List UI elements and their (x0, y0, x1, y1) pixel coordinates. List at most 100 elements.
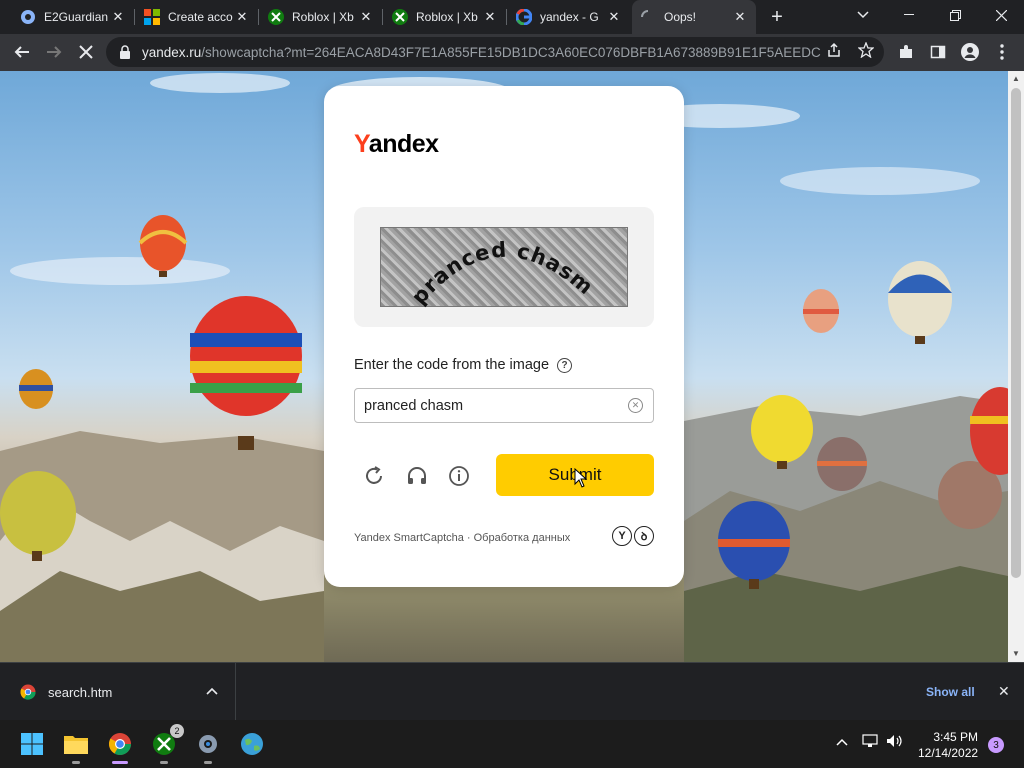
windows-taskbar: 2 3:45 PM 12/14/2022 3 (0, 720, 1024, 768)
close-icon[interactable]: ✕ (110, 9, 126, 25)
back-button[interactable] (8, 38, 36, 66)
tab-title: yandex - G (540, 10, 599, 24)
tab-search-button[interactable] (840, 0, 886, 30)
captcha-card: Yandex pranced chasm Enter the code from… (324, 86, 684, 587)
balloon (19, 369, 53, 409)
chrome-file-icon (20, 684, 36, 700)
url-text: yandex.ru/showcaptcha?mt=264EACA8D43F7E1… (142, 45, 822, 60)
running-indicator (72, 761, 80, 764)
balloon (190, 296, 302, 450)
gear-icon (199, 735, 217, 753)
google-icon (516, 9, 532, 25)
refresh-captcha-button[interactable] (362, 464, 386, 488)
loading-spinner-icon (640, 9, 656, 25)
running-indicator (160, 761, 168, 764)
restore-button[interactable] (932, 0, 978, 30)
network-icon[interactable] (862, 734, 878, 751)
chevron-up-icon[interactable] (206, 684, 218, 698)
tab-title: Oops! (664, 10, 697, 24)
clear-input-icon[interactable]: ✕ (628, 398, 643, 413)
tab-title: E2Guardian (44, 10, 109, 24)
chevron-up-icon[interactable] (836, 734, 848, 749)
tab-title: Roblox | Xb (292, 10, 354, 24)
captcha-prompt-row: Enter the code from the image ? (354, 357, 573, 373)
running-indicator (204, 761, 212, 764)
chrome-icon (109, 733, 131, 755)
volume-icon[interactable] (886, 734, 904, 751)
arrow-left-icon (14, 46, 29, 58)
system-clock[interactable]: 3:45 PM 12/14/2022 (918, 729, 978, 761)
xbox-icon (392, 9, 408, 25)
headphones-icon (408, 467, 426, 484)
settings-button[interactable] (192, 728, 224, 764)
tab-create-account[interactable]: Create acco ✕ (136, 0, 258, 34)
tab-separator (258, 9, 259, 25)
tab-e2guardian[interactable]: E2Guardian ✕ (12, 0, 134, 34)
download-file-name: search.htm (48, 684, 113, 700)
minimize-button[interactable] (886, 0, 932, 30)
yandex-logo: Yandex (354, 130, 439, 159)
forward-button[interactable] (40, 38, 68, 66)
captcha-footer-text[interactable]: Yandex SmartCaptcha · Обработка данных (354, 532, 570, 544)
clock-date: 12/14/2022 (918, 746, 979, 760)
show-all-downloads-link[interactable]: Show all (926, 685, 975, 699)
scroll-up-arrow-icon[interactable]: ▲ (1011, 74, 1021, 84)
yandex-circle-logo-icon: ꝺ (634, 526, 654, 546)
file-explorer-button[interactable] (60, 728, 92, 764)
close-icon[interactable]: ✕ (606, 9, 622, 25)
tab-title: Create acco (168, 10, 233, 24)
tab-roblox-2[interactable]: Roblox | Xb ✕ (384, 0, 506, 34)
info-button[interactable] (447, 464, 471, 488)
browser-toolbar: yandex.ru/showcaptcha?mt=264EACA8D43F7E1… (0, 34, 1024, 71)
audio-captcha-button[interactable] (405, 464, 429, 488)
close-icon[interactable]: ✕ (358, 9, 374, 25)
notification-count-badge[interactable]: 3 (988, 737, 1004, 753)
yandex-logo-rest: andex (368, 130, 439, 158)
yandex-footer-logos: Y ꝺ (612, 526, 654, 546)
tab-oops-active[interactable]: Oops! ✕ (632, 0, 756, 34)
more-menu-icon[interactable] (992, 42, 1012, 62)
new-tab-button[interactable]: + (765, 5, 789, 29)
address-bar[interactable]: yandex.ru/showcaptcha?mt=264EACA8D43F7E1… (106, 37, 884, 67)
bookmark-star-icon[interactable] (858, 42, 874, 58)
close-icon[interactable]: ✕ (234, 9, 250, 25)
help-icon[interactable]: ? (557, 357, 573, 373)
scrollbar-thumb[interactable] (1011, 88, 1021, 578)
windows-logo-icon (21, 733, 43, 755)
xbox-app-button[interactable]: 2 (148, 724, 184, 764)
svg-text:pranced chasm: pranced chasm (407, 238, 599, 308)
active-indicator (112, 761, 128, 764)
mouse-cursor-icon (574, 467, 588, 493)
profile-avatar-icon[interactable] (960, 42, 980, 62)
captcha-code-input[interactable]: pranced chasm (354, 388, 654, 423)
globe-app-button[interactable] (236, 728, 268, 760)
start-button[interactable] (16, 728, 48, 760)
balloon (817, 437, 867, 491)
yandex-circle-y-icon: Y (612, 526, 632, 546)
url-path: /showcaptcha?mt=264EACA8D43F7E1A855FE15D… (201, 44, 822, 60)
tab-roblox-1[interactable]: Roblox | Xb ✕ (260, 0, 382, 34)
share-icon[interactable] (826, 42, 842, 58)
close-icon[interactable]: ✕ (732, 9, 748, 25)
close-icon (79, 45, 93, 59)
side-panel-icon[interactable] (928, 42, 948, 62)
extensions-puzzle-icon[interactable] (896, 42, 916, 62)
clock-time: 3:45 PM (933, 730, 979, 744)
captcha-image-frame: pranced chasm (354, 207, 654, 327)
stop-loading-button[interactable] (72, 38, 100, 66)
globe-icon (241, 733, 263, 755)
microsoft-logo-icon (144, 9, 160, 25)
close-download-bar-icon[interactable]: ✕ (998, 683, 1010, 700)
close-icon[interactable]: ✕ (482, 9, 498, 25)
tab-google-search[interactable]: yandex - G ✕ (508, 0, 630, 34)
xbox-notification-badge: 2 (170, 724, 184, 738)
download-bar: search.htm Show all ✕ (0, 662, 1024, 721)
scroll-down-arrow-icon[interactable]: ▼ (1011, 649, 1021, 659)
yandex-logo-y: Y (354, 130, 369, 158)
globe-icon (20, 9, 36, 25)
download-item[interactable]: search.htm (0, 663, 236, 721)
tab-title: Roblox | Xb (416, 10, 478, 24)
close-window-button[interactable] (978, 0, 1024, 30)
captcha-prompt-label: Enter the code from the image (354, 357, 550, 373)
chrome-taskbar-button[interactable] (104, 728, 136, 764)
